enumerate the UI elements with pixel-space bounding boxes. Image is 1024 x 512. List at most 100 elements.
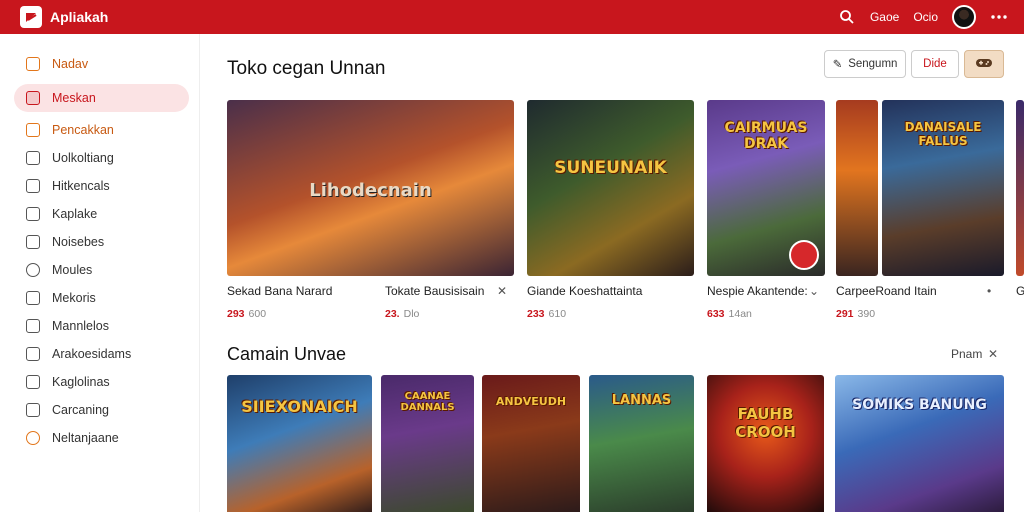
sidebar-item-label: Hitkencals: [52, 179, 110, 193]
game-art-title: DANAISALE FALLUS: [904, 120, 982, 148]
sidebar-item-label: Carcaning: [52, 403, 109, 417]
game-card-image[interactable]: FAUHB CROOH: [707, 375, 824, 512]
game-card-image[interactable]: SOMIKS BANUNG: [835, 375, 1004, 512]
heart-icon[interactable]: [789, 240, 819, 270]
top-bar: Apliakah Gaoe Ocio: [0, 0, 1024, 34]
primary-action-button[interactable]: ✎ Sengumn: [824, 50, 906, 78]
game-art: [1016, 100, 1024, 276]
sidebar-item-label: Mekoris: [52, 291, 96, 305]
gamepad-icon: [975, 57, 993, 72]
price-label: 23. Dlo: [385, 308, 420, 320]
sidebar-item-calendar[interactable]: Pencakkan: [14, 116, 189, 144]
game-art-title: FAUHB CROOH: [735, 405, 796, 441]
game-card-image[interactable]: SUNEUNAIK: [527, 100, 694, 276]
game-title[interactable]: Tokate Bausisisain: [385, 284, 484, 298]
button-label: Sengumn: [848, 58, 898, 70]
sidebar-item-label: Noisebes: [52, 235, 105, 249]
see-all-link[interactable]: Pnam: [951, 347, 982, 361]
game-art-title: SIIEXONAICH: [241, 397, 358, 416]
sidebar-item-label: Kaplake: [52, 207, 98, 221]
price-label: 633 14an: [707, 308, 752, 320]
list-icon: [26, 179, 40, 193]
game-card-image[interactable]: LANNAS: [589, 375, 694, 512]
home-icon: [26, 57, 40, 71]
sidebar-item-play[interactable]: Carcaning: [14, 396, 189, 424]
game-title[interactable]: G: [1016, 284, 1024, 298]
sidebar-item-tag[interactable]: Kaplake: [14, 200, 189, 228]
sidebar-item-circle[interactable]: Neltanjaane: [14, 424, 189, 452]
game-art-title: SUNEUNAIK: [554, 158, 667, 178]
calendar-icon: [26, 123, 40, 137]
game-title[interactable]: Giande Koeshattainta: [527, 284, 642, 298]
game-art-title: ANDVEUDH: [495, 395, 567, 408]
sidebar-item-chart[interactable]: Arakoesidams: [14, 340, 189, 368]
game-title[interactable]: CarpeeRoand Itain: [836, 284, 937, 298]
close-icon[interactable]: ✕: [497, 284, 507, 298]
top-link-1[interactable]: Gaoe: [870, 10, 899, 24]
game-card-image[interactable]: CAIRMUAS DRAK: [707, 100, 825, 276]
edit-icon: ✎: [832, 59, 843, 71]
sidebar-item-label: Arakoesidams: [52, 347, 132, 361]
sidebar-item-list[interactable]: Hitkencals: [14, 172, 189, 200]
store-icon: [26, 91, 40, 105]
game-art-title: LANNAS: [611, 393, 672, 408]
sidebar-item-library[interactable]: Uolkoltiang: [14, 144, 189, 172]
secondary-action-button[interactable]: Dide: [911, 50, 959, 78]
app-title: Apliakah: [50, 9, 109, 25]
grid-icon: [26, 235, 40, 249]
sidebar-item-folder[interactable]: Mannlelos: [14, 312, 189, 340]
library-icon: [26, 151, 40, 165]
game-art-title: CAIRMUAS DRAK: [724, 120, 808, 152]
gamepad-button[interactable]: [964, 50, 1004, 78]
chevron-down-icon[interactable]: ⌄: [809, 284, 819, 298]
game-title[interactable]: Sekad Bana Narard: [227, 284, 332, 298]
sidebar-item-home[interactable]: Nadav: [14, 50, 189, 78]
section-title: Toko cegan Unnan: [227, 58, 386, 79]
game-art-title: SOMIKS BANUNG: [852, 397, 987, 413]
sidebar-item-label: Uolkoltiang: [52, 151, 114, 165]
game-art: [836, 100, 878, 276]
sidebar-item-label: Neltanjaane: [52, 431, 119, 445]
sidebar-item-label: Moules: [52, 263, 93, 277]
more-icon[interactable]: •: [987, 284, 991, 298]
price-label: 291 390: [836, 308, 876, 320]
sidebar-item-store[interactable]: Meskan: [14, 84, 189, 112]
sidebar-item-document[interactable]: Mekoris: [14, 284, 189, 312]
game-card-image[interactable]: SIIEXONAICH: [227, 375, 372, 512]
play-icon: [26, 403, 40, 417]
app-logo[interactable]: [20, 6, 42, 28]
sidebar-item-label: Meskan: [52, 91, 96, 105]
game-card-image[interactable]: ANDVEUDH: [482, 375, 580, 512]
sidebar-item-grid[interactable]: Noisebes: [14, 228, 189, 256]
game-card-image[interactable]: [1016, 100, 1024, 276]
more-horizontal-icon[interactable]: [990, 8, 1008, 26]
game-card-image[interactable]: CAANAE DANNALS: [381, 375, 474, 512]
game-art-title: CAANAE DANNALS: [400, 391, 455, 413]
document-icon: [26, 291, 40, 305]
sidebar-item-settings[interactable]: Moules: [14, 256, 189, 284]
folder-icon: [26, 319, 40, 333]
search-icon[interactable]: [838, 8, 856, 26]
circle-icon: [26, 431, 40, 445]
game-card-image[interactable]: DANAISALE FALLUS: [882, 100, 1004, 276]
top-link-2[interactable]: Ocio: [913, 10, 938, 24]
tag-icon: [26, 207, 40, 221]
sidebar: Nadav Meskan Pencakkan Uolkoltiang Hitke…: [0, 34, 200, 512]
chart-icon: [26, 347, 40, 361]
price-label: [1016, 308, 1020, 320]
game-card-image[interactable]: Lihodecnain: [227, 100, 514, 276]
game-card-image[interactable]: [836, 100, 878, 276]
sidebar-item-cart[interactable]: Kaglolinas: [14, 368, 189, 396]
logo-icon: [26, 13, 37, 22]
game-art: [835, 375, 1004, 512]
game-title[interactable]: Nespie Akantende:: [707, 284, 808, 298]
close-icon[interactable]: ✕: [988, 347, 998, 361]
game-art-title: Lihodecnain: [309, 180, 432, 201]
price-label: 233 610: [527, 308, 567, 320]
sidebar-item-label: Nadav: [52, 57, 89, 71]
avatar[interactable]: [952, 5, 976, 29]
gear-icon: [26, 263, 40, 277]
sidebar-item-label: Kaglolinas: [52, 375, 110, 389]
cart-icon: [26, 375, 40, 389]
main-content: Toko cegan Unnan ✎ Sengumn Dide Lihodecn…: [215, 34, 1024, 512]
